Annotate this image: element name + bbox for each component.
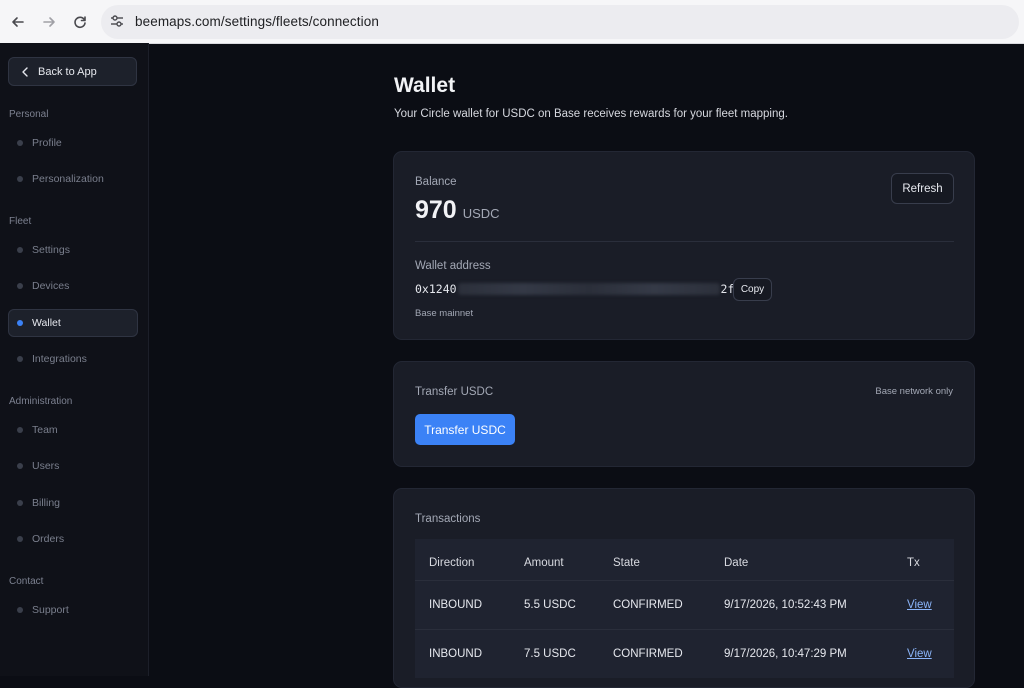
table-row: INBOUND 5.5 USDC CONFIRMED 9/17/2026, 10… [415,580,954,629]
sidebar-item-personalization[interactable]: Personalization [8,165,138,193]
chevron-left-icon [21,66,29,77]
section-label-personal: Personal [9,109,49,120]
section-label-fleet: Fleet [9,216,32,227]
site-settings-icon[interactable] [109,13,125,29]
dot-icon [17,607,23,613]
sidebar-item-users[interactable]: Users [8,452,138,480]
cell-state: CONFIRMED [613,648,683,660]
transactions-card: Transactions Direction Amount State Date… [393,488,975,688]
sidebar-item-label: Integrations [32,353,87,365]
cell-date: 9/17/2026, 10:52:43 PM [724,599,847,611]
dot-icon [17,427,23,433]
wallet-address: 0x1240 2fa1 [415,282,748,296]
page-subtitle: Your Circle wallet for USDC on Base rece… [394,108,788,120]
view-tx-link[interactable]: View [907,630,932,678]
cell-state: CONFIRMED [613,599,683,611]
sidebar-item-devices[interactable]: Devices [8,272,138,300]
sidebar-item-label: Devices [32,280,70,292]
browser-toolbar: beemaps.com/settings/fleets/connection [0,0,1024,44]
view-tx-link[interactable]: View [907,581,932,629]
cell-date: 9/17/2026, 10:47:29 PM [724,648,847,660]
refresh-button[interactable]: Refresh [891,173,954,204]
sidebar-item-orders[interactable]: Orders [8,525,138,553]
dot-icon [17,140,23,146]
address-prefix: 0x1240 [415,282,457,296]
balance-value: 970 [415,196,457,224]
url-text[interactable]: beemaps.com/settings/fleets/connection [135,14,379,29]
sidebar-item-label: Users [32,460,60,472]
sidebar-item-integrations[interactable]: Integrations [8,345,138,373]
active-dot-icon [17,320,23,326]
cell-amount: 5.5 USDC [524,599,576,611]
dot-icon [17,463,23,469]
balance-unit: USDC [462,206,500,221]
balance-label: Balance [415,176,457,188]
sidebar-item-label: Profile [32,137,62,149]
network-note: Base network only [875,386,953,397]
sidebar-item-team[interactable]: Team [8,416,138,444]
table-row: INBOUND 7.5 USDC CONFIRMED 9/17/2026, 10… [415,629,954,678]
sidebar-item-label: Team [32,424,58,436]
sidebar-item-support[interactable]: Support [8,596,138,624]
address-redacted [457,283,720,295]
cell-direction: INBOUND [429,599,483,611]
sidebar-item-profile[interactable]: Profile [8,129,138,157]
dot-icon [17,176,23,182]
page-title: Wallet [394,74,456,97]
back-arrow-icon[interactable] [7,11,29,33]
section-label-administration: Administration [9,396,73,407]
dot-icon [17,356,23,362]
back-to-app-label: Back to App [38,65,97,78]
wallet-address-label: Wallet address [415,260,491,272]
sidebar-item-label: Wallet [32,317,61,329]
reload-icon[interactable] [69,11,91,33]
balance-card: Balance 970 USDC Refresh Wallet address … [393,151,975,340]
sidebar: Back to App Personal Profile Personaliza… [0,43,149,676]
transactions-title: Transactions [415,513,481,525]
transfer-card: Transfer USDC Base network only Transfer… [393,361,975,467]
network-label: Base mainnet [415,308,474,319]
balance-display: 970 USDC [415,196,500,225]
sidebar-item-wallet[interactable]: Wallet [8,309,138,337]
cell-direction: INBOUND [429,648,483,660]
sidebar-item-label: Orders [32,533,65,545]
sidebar-item-label: Settings [32,244,70,256]
dot-icon [17,500,23,506]
dot-icon [17,247,23,253]
copy-button[interactable]: Copy [733,278,772,301]
sidebar-item-settings[interactable]: Settings [8,236,138,264]
divider [415,241,954,242]
transfer-usdc-button[interactable]: Transfer USDC [415,414,515,445]
forward-arrow-icon[interactable] [38,11,60,33]
dot-icon [17,536,23,542]
sidebar-item-label: Billing [32,497,61,509]
back-to-app-button[interactable]: Back to App [8,57,137,86]
section-label-contact: Contact [9,576,44,587]
sidebar-item-label: Support [32,604,69,616]
transfer-title: Transfer USDC [415,386,494,398]
sidebar-item-billing[interactable]: Billing [8,489,138,517]
dot-icon [17,283,23,289]
cell-amount: 7.5 USDC [524,648,576,660]
sidebar-item-label: Personalization [32,173,104,185]
